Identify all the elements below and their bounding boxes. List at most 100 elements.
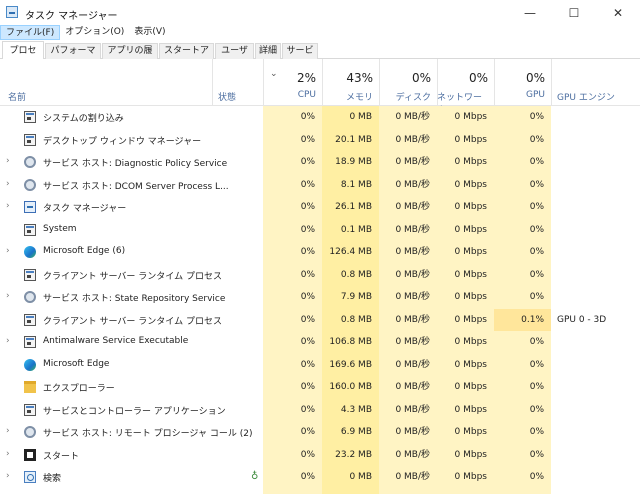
table-row[interactable]: 0%15.4 MB0 MB/秒0 Mbps0%Microsoft Text In… [0, 488, 640, 494]
memory-cell: 8.1 MB [322, 173, 379, 196]
tab-performance[interactable]: パフォーマンス [45, 43, 101, 71]
table-row[interactable]: 0% 0.8 MB 0 MB/秒 0 Mbps 0% クライアント サーバー ランタイム … [0, 263, 640, 286]
cpu-cell: 0% [263, 106, 322, 129]
menu-file[interactable]: ファイル(F) [0, 25, 61, 40]
tab-users[interactable]: ユーザー [215, 43, 254, 71]
disk-total: 0% [411, 71, 431, 85]
tab-processes[interactable]: プロセス [2, 41, 44, 75]
process-name: System [43, 223, 77, 234]
table-row[interactable]: 0% 0.1 MB 0 MB/秒 0 Mbps 0% System [0, 218, 640, 241]
gpu-label: GPU [526, 90, 545, 100]
column-gpu-engine[interactable]: GPU エンジン [557, 90, 615, 103]
column-memory[interactable]: 43% メモリ [322, 59, 379, 106]
chevron-right-icon[interactable]: › [6, 426, 10, 436]
network-cell: 0 Mbps [437, 443, 494, 466]
cpu-cell: 0% [263, 128, 322, 151]
memory-cell: 20.1 MB [322, 128, 379, 151]
menu-bar: ファイル(F) オプション(O) 表示(V) [0, 25, 640, 41]
table-row[interactable]: 0% 0 MB 0 MB/秒 0 Mbps 0% システムの割り込み [0, 106, 640, 129]
gpu-cell: 0% [494, 398, 551, 421]
cpu-cell: 0% [263, 263, 322, 286]
memory-cell: 18.9 MB [322, 151, 379, 174]
cpu-cell: 0% [263, 376, 322, 399]
chevron-right-icon[interactable]: › [6, 336, 10, 346]
column-cpu[interactable]: 2% CPU [263, 59, 322, 106]
table-row[interactable]: 0% 4.3 MB 0 MB/秒 0 Mbps 0% サービスとコントローラー アプリケー… [0, 398, 640, 421]
network-cell: 0 Mbps [437, 286, 494, 309]
window-icon [24, 403, 36, 416]
network-cell: 0 Mbps [437, 106, 494, 129]
table-row[interactable]: 0% 7.9 MB 0 MB/秒 0 Mbps 0% › サービス ホスト: State R… [0, 286, 640, 309]
cpu-cell: 0% [263, 421, 322, 444]
table-row[interactable]: 0% 20.1 MB 0 MB/秒 0 Mbps 0% デスクトップ ウィンドウ マネージ… [0, 128, 640, 151]
chevron-right-icon[interactable]: › [6, 291, 10, 301]
column-header: ⌄ 名前 状態 2% CPU 43% メモリ 0% ディスク 0% ネットワーク… [0, 59, 640, 116]
table-row[interactable]: 0% 169.6 MB 0 MB/秒 0 Mbps 0% Microsoft Edge [0, 353, 640, 376]
search-icon [24, 471, 36, 483]
table-row[interactable]: 0% 8.1 MB 0 MB/秒 0 Mbps 0% › サービス ホスト: DCOM Se… [0, 173, 640, 196]
table-row[interactable]: 0% 23.2 MB 0 MB/秒 0 Mbps 0% › スタート [0, 443, 640, 466]
disk-cell: 0 MB/秒 [379, 173, 437, 196]
gpu-cell: 0% [494, 151, 551, 174]
table-row[interactable]: 0% 0.8 MB 0 MB/秒 0 Mbps 0.1% GPU 0 - 3D クライアント… [0, 308, 640, 331]
memory-cell: 23.2 MB [322, 443, 379, 466]
column-state[interactable]: 状態 [218, 90, 236, 103]
chevron-right-icon[interactable]: › [6, 156, 10, 166]
memory-label: メモリ [345, 93, 373, 103]
network-cell: 0 Mbps [437, 421, 494, 444]
tab-app-history[interactable]: アプリの履歴 [102, 43, 158, 71]
chevron-right-icon[interactable]: › [6, 201, 10, 211]
gpu-cell: 0% [494, 331, 551, 354]
column-network[interactable]: 0% ネットワーク [437, 59, 494, 116]
tab-details[interactable]: 詳細 [255, 43, 281, 59]
window-icon [24, 268, 36, 281]
cpu-cell: 0% [263, 196, 322, 219]
column-divider [212, 59, 213, 106]
gpu-cell: 0% [494, 421, 551, 444]
chevron-right-icon[interactable]: › [6, 246, 10, 256]
menu-view[interactable]: 表示(V) [129, 25, 170, 40]
disk-cell: 0 MB/秒 [379, 398, 437, 421]
close-button[interactable]: ✕ [596, 0, 640, 25]
process-name: サービスとコントローラー アプリケーション [43, 406, 226, 417]
disk-cell: 0 MB/秒 [379, 443, 437, 466]
menu-options[interactable]: オプション(O) [60, 25, 129, 40]
gear-icon [24, 426, 36, 438]
table-row[interactable]: 0% 26.1 MB 0 MB/秒 0 Mbps 0% › タスク マネージャー [0, 196, 640, 219]
column-name[interactable]: 名前 [8, 90, 26, 103]
table-row[interactable]: 0% 106.8 MB 0 MB/秒 0 Mbps 0% › Antimalware Ser… [0, 331, 640, 354]
gpu-cell: 0% [494, 218, 551, 241]
folder-icon [24, 381, 36, 393]
chevron-right-icon[interactable]: › [6, 471, 10, 481]
cpu-cell: 0% [263, 218, 322, 241]
gear-icon [24, 156, 36, 168]
table-row[interactable]: 0% 160.0 MB 0 MB/秒 0 Mbps 0% エクスプローラー [0, 376, 640, 399]
table-row[interactable]: 0% 6.9 MB 0 MB/秒 0 Mbps 0% › サービス ホスト: リモート プロ… [0, 421, 640, 444]
gpu-cell: 0% [494, 443, 551, 466]
cpu-cell: 0% [263, 466, 322, 489]
process-name: サービス ホスト: State Repository Service [43, 294, 226, 304]
task-manager-icon [24, 201, 36, 213]
maximize-button[interactable]: ☐ [552, 0, 596, 25]
table-row[interactable]: 0% 126.4 MB 0 MB/秒 0 Mbps 0% › Microsoft Edge … [0, 241, 640, 264]
chevron-right-icon[interactable]: › [6, 179, 10, 189]
network-cell: 0 Mbps [437, 128, 494, 151]
memory-cell: 106.8 MB [322, 331, 379, 354]
cpu-cell: 0% [263, 151, 322, 174]
memory-cell: 4.3 MB [322, 398, 379, 421]
column-divider [551, 59, 552, 106]
disk-cell: 0 MB/秒 [379, 488, 437, 494]
column-gpu[interactable]: 0% GPU [494, 59, 551, 106]
gpu-cell: 0% [494, 241, 551, 264]
column-disk[interactable]: 0% ディスク [379, 59, 437, 106]
minimize-button[interactable]: — [508, 0, 552, 25]
tab-startup[interactable]: スタートアップ [159, 43, 214, 71]
table-row[interactable]: 0% 18.9 MB 0 MB/秒 0 Mbps 0% › サービス ホスト: Diagno… [0, 151, 640, 174]
tab-services[interactable]: サービス [282, 43, 318, 71]
table-row[interactable]: 0% 0 MB 0 MB/秒 0 Mbps 0% › 検索 ♁ [0, 466, 640, 489]
process-name: システムの割り込み [43, 114, 124, 124]
window-icon [24, 313, 36, 326]
chevron-right-icon[interactable]: › [6, 449, 10, 459]
disk-cell: 0 MB/秒 [379, 376, 437, 399]
gear-icon [24, 178, 36, 191]
